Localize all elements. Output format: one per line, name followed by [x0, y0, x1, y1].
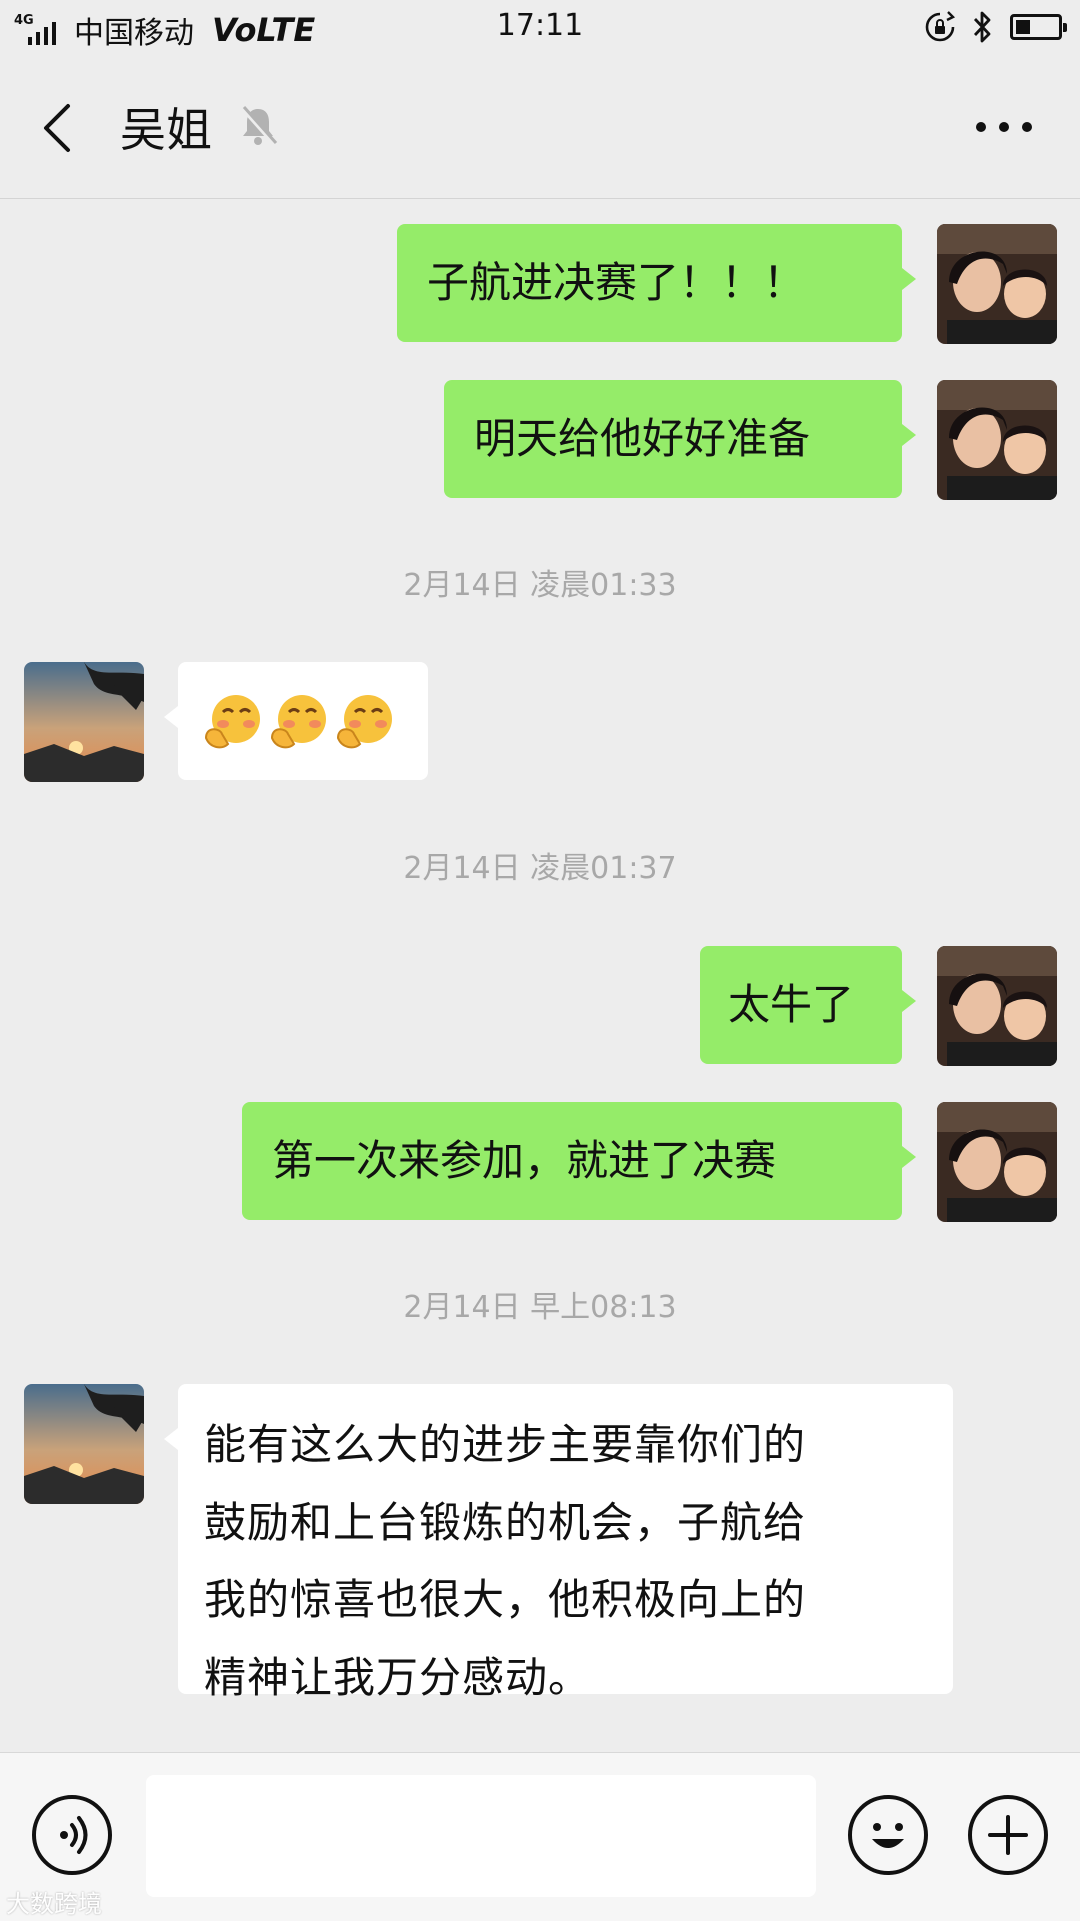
watermark: 大数跨境: [6, 1890, 102, 1918]
message-line: 精神让我万分感动。: [204, 1653, 592, 1703]
status-right: [924, 10, 1067, 44]
my-avatar[interactable]: [937, 224, 1057, 344]
message-text: 太牛了: [728, 979, 855, 1029]
rotation-lock-icon: [925, 11, 956, 42]
input-bar: [0, 1752, 1080, 1921]
status-bar: 4G 中国移动 VoLTE 17:11: [0, 0, 1080, 56]
blush-emoji: [270, 695, 326, 749]
message-input[interactable]: [146, 1775, 816, 1897]
message-line: 能有这么大的进步主要靠你们的: [204, 1420, 807, 1469]
message-text: 子航进决赛了！！！: [427, 257, 806, 307]
message-bubble-outgoing[interactable]: 明天给他好好准备: [444, 380, 916, 498]
message-bubble-outgoing[interactable]: 太牛了: [700, 946, 916, 1064]
contact-avatar[interactable]: [24, 662, 144, 782]
timestamp: 2月14日 早上08:13: [403, 1290, 677, 1325]
battery-icon: [1010, 14, 1067, 40]
timestamp: 2月14日 凌晨01:33: [403, 568, 677, 603]
blush-emoji: [204, 695, 260, 749]
message-bubble-outgoing[interactable]: 第一次来参加，就进了决赛: [242, 1102, 916, 1220]
chat-header: 吴姐: [0, 56, 1080, 199]
back-arrow-icon[interactable]: [36, 100, 84, 156]
bluetooth-icon: [973, 11, 991, 43]
plus-icon[interactable]: [968, 1795, 1048, 1875]
message-line: 我的惊喜也很大，他积极向上的: [204, 1575, 807, 1625]
message-bubble-outgoing[interactable]: 子航进决赛了！！！: [397, 224, 916, 342]
my-avatar[interactable]: [937, 380, 1057, 500]
emoji-icon[interactable]: [848, 1795, 928, 1875]
message-text: 明天给他好好准备: [474, 413, 811, 463]
chat-title: 吴姐: [120, 103, 212, 157]
message-text: 第一次来参加，就进了决赛: [272, 1135, 777, 1185]
blush-emoji: [336, 695, 392, 749]
message-bubble-incoming[interactable]: [164, 662, 428, 780]
more-icon[interactable]: [976, 122, 1032, 136]
clock: 17:11: [496, 8, 584, 43]
voice-icon[interactable]: [32, 1795, 112, 1875]
muted-bell-icon: [240, 106, 278, 146]
my-avatar[interactable]: [937, 1102, 1057, 1222]
my-avatar[interactable]: [937, 946, 1057, 1066]
timestamp: 2月14日 凌晨01:37: [403, 851, 677, 886]
message-line: 鼓励和上台锻炼的机会，子航给: [204, 1497, 807, 1547]
message-bubble-incoming[interactable]: 能有这么大的进步主要靠你们的 鼓励和上台锻炼的机会，子航给 我的惊喜也很大，他积…: [164, 1384, 953, 1702]
contact-avatar[interactable]: [24, 1384, 144, 1504]
